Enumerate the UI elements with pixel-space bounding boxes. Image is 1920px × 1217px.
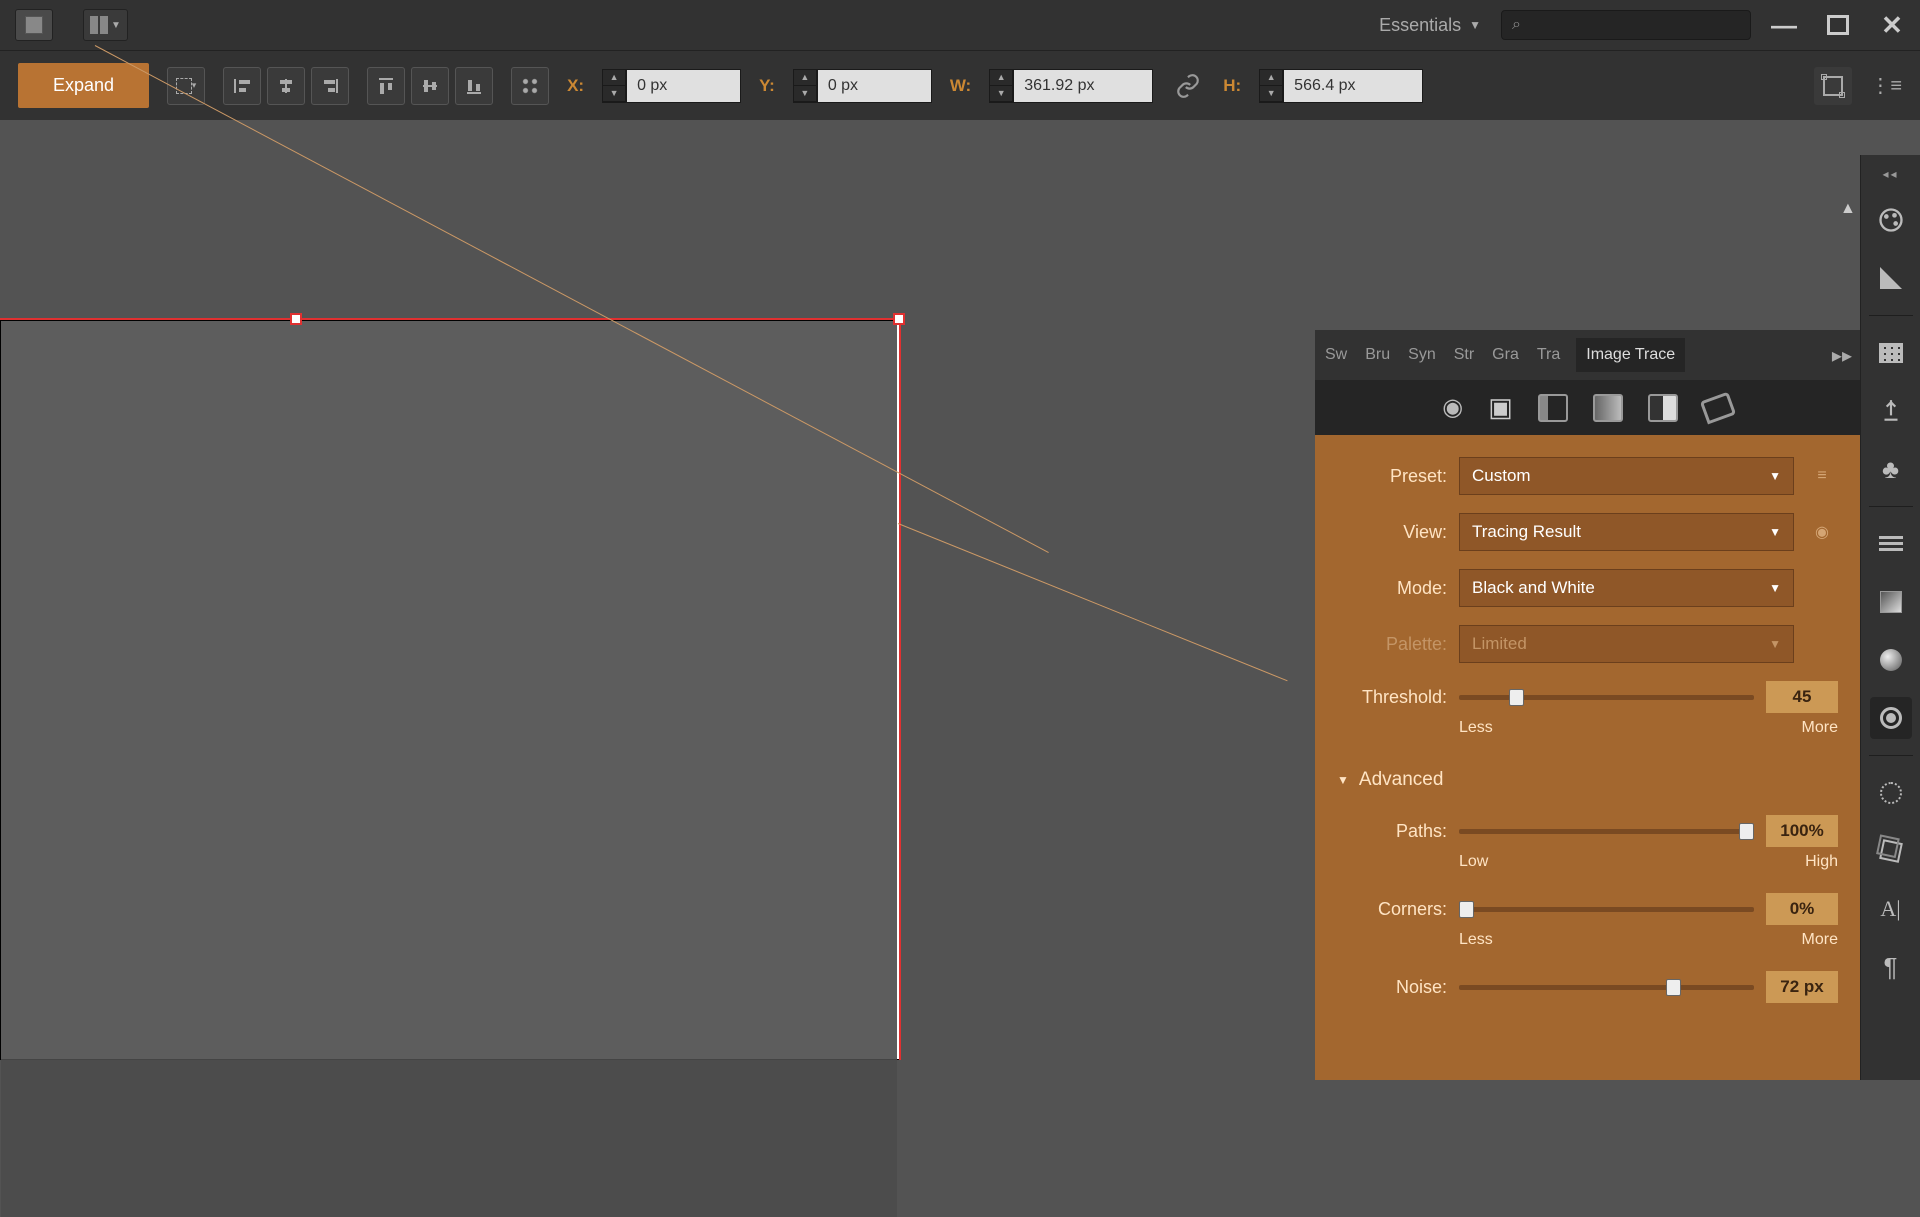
- noise-label: Noise:: [1337, 977, 1447, 998]
- maximize-button[interactable]: [1827, 15, 1849, 35]
- align-top-icon[interactable]: [367, 67, 405, 105]
- noise-slider[interactable]: [1459, 985, 1754, 990]
- auto-color-icon[interactable]: ◉: [1442, 393, 1463, 422]
- artboard[interactable]: [0, 320, 900, 1060]
- title-bar: ▼ Essentials▼ ⌕ — ✕: [0, 0, 1920, 50]
- grayscale-icon[interactable]: [1648, 394, 1678, 422]
- view-dropdown[interactable]: Tracing Result▼: [1459, 513, 1794, 551]
- paths-slider[interactable]: [1459, 829, 1754, 834]
- w-field[interactable]: [1013, 69, 1153, 103]
- tab-gradient[interactable]: Gra: [1490, 342, 1521, 368]
- selection-handle-top-mid[interactable]: [290, 313, 302, 325]
- panel-menu-icon[interactable]: ⋮≡: [1870, 73, 1902, 98]
- color-guide-icon[interactable]: [1870, 257, 1912, 299]
- high-color-icon[interactable]: [1538, 394, 1568, 422]
- camera-icon[interactable]: ▣: [1488, 392, 1513, 423]
- h-label: H:: [1223, 76, 1241, 96]
- align-center-v-icon[interactable]: [411, 67, 449, 105]
- arrange-documents-button[interactable]: ▼: [83, 9, 128, 41]
- palette-label: Palette:: [1337, 634, 1447, 655]
- tab-stroke[interactable]: Str: [1452, 342, 1476, 368]
- align-right-icon[interactable]: [311, 67, 349, 105]
- workspace-label: Essentials: [1379, 15, 1461, 36]
- palette-dropdown: Limited▼: [1459, 625, 1794, 663]
- selection-handle-top-right[interactable]: [893, 313, 905, 325]
- threshold-value[interactable]: 45: [1766, 681, 1838, 713]
- guide-line-2: [898, 523, 1288, 681]
- paths-label: Paths:: [1337, 821, 1447, 842]
- search-icon: ⌕: [1512, 16, 1521, 34]
- low-color-icon[interactable]: [1593, 394, 1623, 422]
- control-bar: Expand ▾ X: ▲▼ Y: ▲▼ W: ▲▼ H: ▲▼ ⋮≡: [0, 50, 1920, 120]
- image-trace-panel: Preset: Custom▼ ≡ View: Tracing Result▼ …: [1315, 435, 1860, 1080]
- tab-image-trace[interactable]: Image Trace: [1576, 338, 1685, 372]
- right-dock: ◂◂ ♣ A| ¶: [1860, 155, 1920, 1080]
- mode-dropdown[interactable]: Black and White▼: [1459, 569, 1794, 607]
- symbols-panel-icon[interactable]: ♣: [1870, 448, 1912, 490]
- scroll-up-arrow[interactable]: ▲: [1840, 200, 1858, 218]
- advanced-toggle[interactable]: ▼Advanced: [1337, 769, 1838, 791]
- align-bottom-icon[interactable]: [455, 67, 493, 105]
- preset-label: Preset:: [1337, 466, 1447, 487]
- x-label: X:: [567, 76, 584, 96]
- paragraph-panel-icon[interactable]: ¶: [1870, 946, 1912, 988]
- appearance-panel-icon[interactable]: [1870, 772, 1912, 814]
- tab-transparency[interactable]: Tra: [1535, 342, 1562, 368]
- distribute-icon[interactable]: [511, 67, 549, 105]
- preset-options-icon[interactable]: ≡: [1806, 460, 1838, 492]
- workspace-dropdown[interactable]: Essentials▼: [1379, 15, 1481, 36]
- threshold-label: Threshold:: [1337, 687, 1447, 708]
- image-trace-panel-icon[interactable]: [1870, 697, 1912, 739]
- y-input[interactable]: ▲▼: [793, 69, 932, 103]
- mode-label: Mode:: [1337, 578, 1447, 599]
- tab-symbols[interactable]: Syn: [1406, 342, 1438, 368]
- y-field[interactable]: [817, 69, 932, 103]
- brushes-panel-icon[interactable]: [1870, 390, 1912, 432]
- traced-texture: [1, 321, 897, 1217]
- panel-expand-icon[interactable]: ▸▸: [1832, 343, 1852, 368]
- graphic-styles-icon[interactable]: [1870, 830, 1912, 872]
- corners-label: Corners:: [1337, 899, 1447, 920]
- expand-button[interactable]: Expand: [18, 63, 149, 108]
- transparency-panel-icon[interactable]: [1870, 639, 1912, 681]
- transform-icon[interactable]: [1814, 67, 1852, 105]
- canvas[interactable]: [0, 120, 1260, 1080]
- trace-preset-icons: ◉ ▣: [1315, 380, 1860, 435]
- preset-dropdown[interactable]: Custom▼: [1459, 457, 1794, 495]
- w-label: W:: [950, 76, 971, 96]
- tab-swatches[interactable]: Sw: [1323, 342, 1349, 368]
- w-input[interactable]: ▲▼: [989, 69, 1153, 103]
- color-panel-icon[interactable]: [1870, 199, 1912, 241]
- outline-icon[interactable]: [1700, 391, 1736, 424]
- tab-brushes[interactable]: Bru: [1363, 342, 1392, 368]
- align-panel-icon[interactable]: A|: [1870, 888, 1912, 930]
- h-input[interactable]: ▲▼: [1259, 69, 1423, 103]
- view-eye-icon[interactable]: ◉: [1806, 516, 1838, 548]
- dock-collapse-icon[interactable]: ◂◂: [1882, 167, 1898, 181]
- paths-value[interactable]: 100%: [1766, 815, 1838, 847]
- gradient-panel-icon[interactable]: [1870, 581, 1912, 623]
- close-button[interactable]: ✕: [1879, 12, 1905, 38]
- h-field[interactable]: [1283, 69, 1423, 103]
- swatches-panel-icon[interactable]: [1870, 332, 1912, 374]
- threshold-slider[interactable]: [1459, 695, 1754, 700]
- view-label: View:: [1337, 522, 1447, 543]
- minimize-button[interactable]: —: [1771, 12, 1797, 38]
- align-center-h-icon[interactable]: [267, 67, 305, 105]
- corners-slider[interactable]: [1459, 907, 1754, 912]
- app-logo[interactable]: [15, 9, 53, 41]
- y-label: Y:: [759, 76, 775, 96]
- x-field[interactable]: [626, 69, 741, 103]
- search-input[interactable]: ⌕: [1501, 10, 1751, 40]
- align-left-icon[interactable]: [223, 67, 261, 105]
- corners-value[interactable]: 0%: [1766, 893, 1838, 925]
- noise-value[interactable]: 72 px: [1766, 971, 1838, 1003]
- stroke-panel-icon[interactable]: [1870, 523, 1912, 565]
- panel-tab-bar: Sw Bru Syn Str Gra Tra Image Trace ▸▸: [1315, 330, 1860, 380]
- link-dimensions-icon[interactable]: [1171, 69, 1205, 103]
- x-input[interactable]: ▲▼: [602, 69, 741, 103]
